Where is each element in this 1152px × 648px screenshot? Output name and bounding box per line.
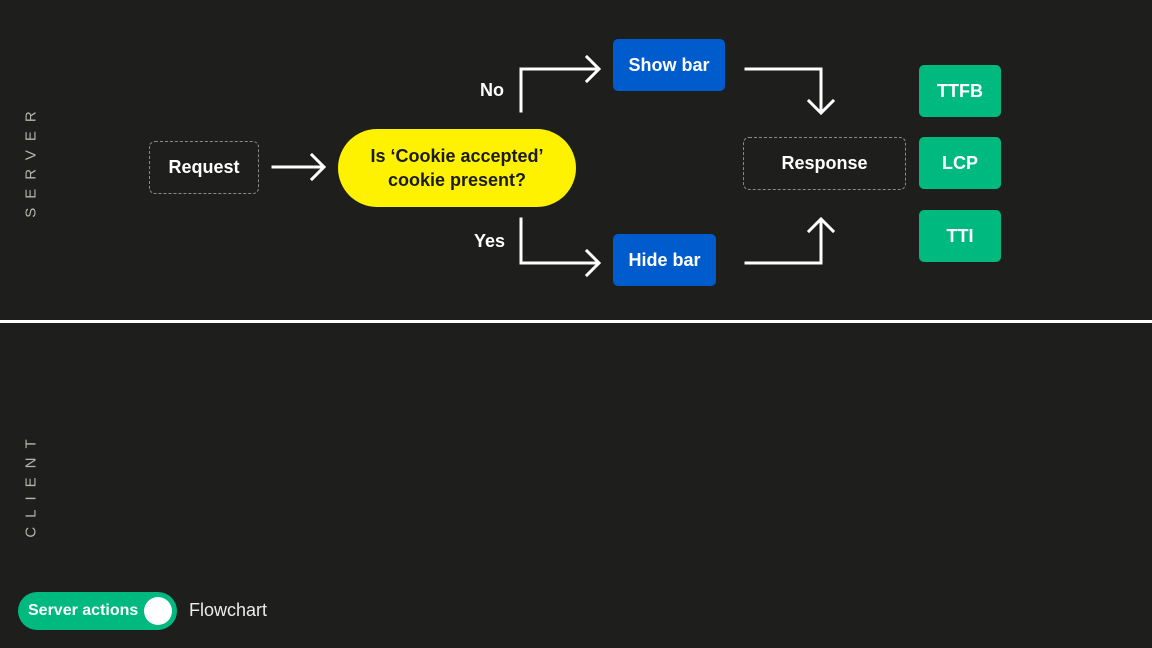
decision-text-line1: Is ‘Cookie accepted’ bbox=[370, 146, 544, 166]
yes-edge-label: Yes bbox=[474, 231, 506, 251]
response-node: Response bbox=[743, 137, 906, 190]
arrow-no-to-show-bar bbox=[519, 54, 602, 113]
metric-ttfb: TTFB bbox=[919, 65, 1001, 117]
toggle-label: Server actions bbox=[28, 602, 139, 619]
view-mode-label: Flowchart bbox=[189, 600, 268, 620]
metric-lcp: LCP bbox=[919, 137, 1001, 189]
arrow-request-to-decision bbox=[271, 152, 327, 182]
request-node: Request bbox=[149, 141, 259, 194]
arrow-yes-to-hide-bar bbox=[519, 217, 602, 278]
hide-bar-node: Hide bar bbox=[613, 234, 716, 286]
toggle-knob bbox=[144, 597, 172, 625]
no-edge-label: No bbox=[480, 80, 504, 100]
server-actions-toggle[interactable]: Server actions bbox=[18, 592, 177, 630]
arrow-show-bar-to-response bbox=[744, 67, 836, 116]
decision-text-line2: cookie present? bbox=[387, 170, 527, 190]
show-bar-node: Show bar bbox=[613, 39, 725, 91]
lane-divider bbox=[0, 320, 1152, 323]
metric-tti: TTI bbox=[919, 210, 1001, 262]
decision-node: Is ‘Cookie accepted’ cookie present? bbox=[338, 129, 576, 207]
arrow-hide-bar-to-response bbox=[744, 216, 836, 265]
client-lane-label: CLIENT bbox=[22, 430, 40, 538]
